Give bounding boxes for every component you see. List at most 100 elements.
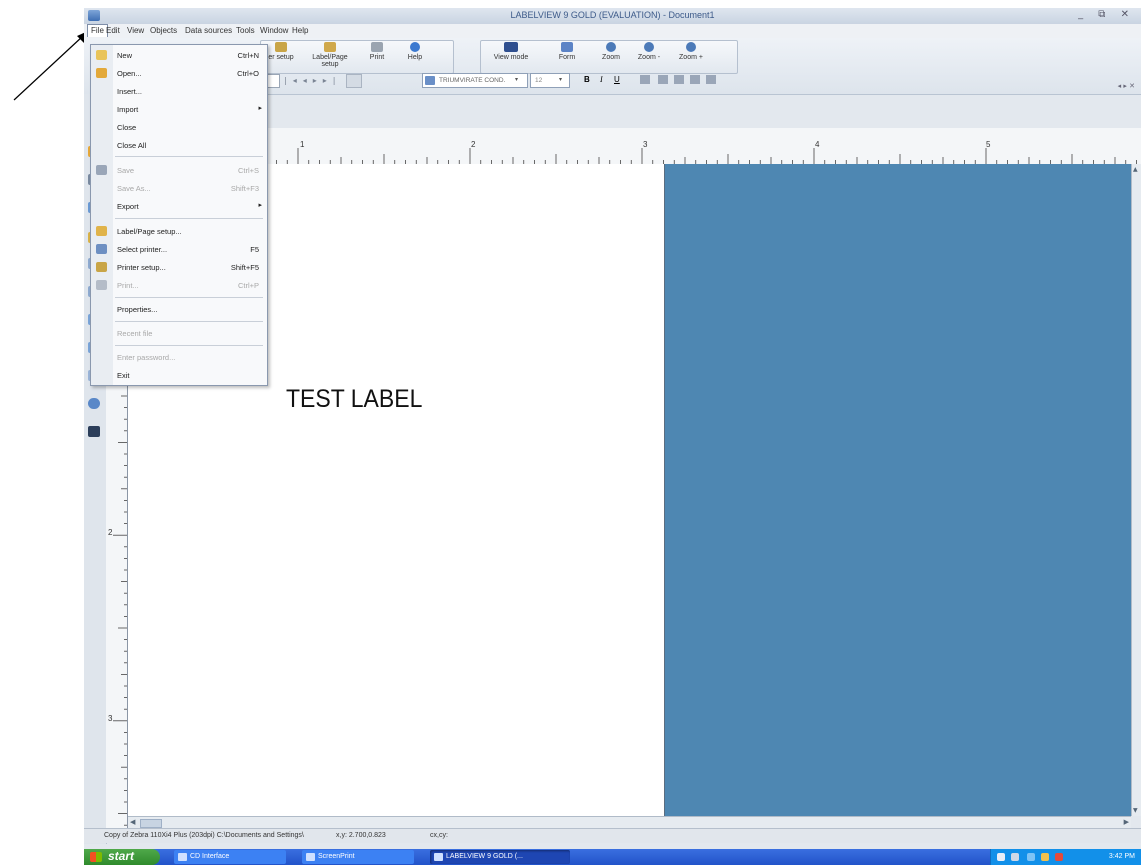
menu-help[interactable]: Help (292, 26, 308, 35)
chevron-down-icon: ▾ (559, 76, 563, 83)
zoom-label: Zoom (602, 54, 620, 61)
zoom-in-label: Zoom + (679, 54, 703, 61)
menu-tools[interactable]: Tools (236, 26, 255, 35)
menu-separator (115, 321, 263, 322)
print-label: Print (369, 54, 385, 61)
menu-item-properties[interactable]: Properties... (91, 301, 267, 317)
menu-edit[interactable]: Edit (106, 26, 120, 35)
align-right-icon[interactable] (690, 75, 700, 84)
menu-data-sources[interactable]: Data sources (185, 26, 232, 35)
scroll-thumb[interactable] (140, 819, 162, 828)
tray-security-icon[interactable] (1027, 853, 1035, 861)
justify-icon[interactable] (706, 75, 716, 84)
font-size-select[interactable]: 12 ▾ (530, 73, 570, 88)
underline-button[interactable]: U (614, 75, 620, 84)
menu-file[interactable]: File (87, 24, 108, 37)
menu-bar: File Edit View Objects Data sources Tool… (84, 24, 1141, 38)
tray-network-icon[interactable] (997, 853, 1005, 861)
tray-alert-icon[interactable] (1055, 853, 1063, 861)
help-tool-icon[interactable] (88, 398, 100, 409)
menu-objects[interactable]: Objects (150, 26, 177, 35)
submenu-arrow-icon: ▸ (258, 202, 262, 209)
vertical-scrollbar[interactable]: ▲ ▼ (1131, 164, 1141, 816)
font-icon (425, 76, 435, 85)
scroll-left-icon[interactable]: ◀ (130, 818, 135, 826)
menu-item-close-all[interactable]: Close All (91, 137, 267, 153)
menu-item-select-printer[interactable]: Select printer... F5 (91, 241, 267, 257)
menu-item-shortcut: Shift+F5 (230, 263, 259, 272)
app-icon (306, 853, 315, 861)
taskbar-button-cd-interface[interactable]: CD Interface (174, 850, 286, 864)
menu-item-recent-file[interactable]: Recent file (91, 325, 267, 341)
system-tray: 3:42 PM (990, 849, 1141, 865)
menu-item-print[interactable]: Print... Ctrl+P (91, 277, 267, 293)
menu-item-enter-password[interactable]: Enter password... (91, 349, 267, 365)
zoom-button[interactable]: Zoom (596, 42, 626, 61)
app-icon (434, 853, 443, 861)
zoom-in-button[interactable]: Zoom + (674, 42, 708, 61)
menu-item-label-page-setup[interactable]: Label/Page setup... (91, 223, 267, 239)
menu-item-exit[interactable]: Exit (91, 367, 267, 383)
bold-button[interactable]: B (584, 75, 590, 84)
italic-button[interactable]: I (600, 75, 603, 84)
start-button[interactable]: start (84, 849, 160, 865)
menu-item-save-as[interactable]: Save As... Shift+F3 (91, 180, 267, 196)
window-title: LABELVIEW 9 GOLD (EVALUATION) - Document… (510, 10, 715, 20)
help-icon (410, 42, 420, 52)
menu-item-export[interactable]: Export ▸ (91, 198, 267, 214)
print-icon (371, 42, 383, 52)
view-mode-button[interactable]: View mode (488, 42, 534, 61)
taskbar-button-labelview[interactable]: LABELVIEW 9 GOLD (... (430, 850, 570, 864)
tray-volume-icon[interactable] (1011, 853, 1019, 861)
scroll-up-icon[interactable]: ▲ (1133, 166, 1138, 173)
taskbar-clock[interactable]: 3:42 PM (1109, 853, 1135, 860)
find-button[interactable] (346, 74, 362, 88)
ruler-label: 4 (815, 140, 820, 149)
menu-item-label: Print... (117, 281, 139, 290)
form-tool-icon[interactable] (88, 426, 100, 437)
menu-item-label: Open... (117, 69, 142, 78)
menu-item-close[interactable]: Close (91, 119, 267, 135)
form-label: Form (558, 54, 576, 61)
print-icon (96, 280, 107, 290)
menu-item-open[interactable]: Open... Ctrl+O (91, 65, 267, 81)
align-icon[interactable] (640, 75, 650, 84)
form-button[interactable]: Form (552, 42, 582, 61)
dropdown-arrow[interactable] (266, 74, 280, 88)
menu-item-new[interactable]: New Ctrl+N (91, 47, 267, 63)
alignment-buttons[interactable] (640, 75, 736, 85)
print-button[interactable]: Print (360, 42, 394, 61)
align-center-icon[interactable] (674, 75, 684, 84)
menu-view[interactable]: View (127, 26, 144, 35)
tray-update-icon[interactable] (1041, 853, 1049, 861)
label-text-object[interactable]: TEST LABEL (286, 385, 422, 414)
new-document-icon (96, 50, 107, 60)
menu-item-insert[interactable]: Insert... (91, 83, 267, 99)
menu-window[interactable]: Window (260, 26, 288, 35)
taskbar-button-screenprint[interactable]: ScreenPrint (302, 850, 414, 864)
taskbar-button-label: ScreenPrint (318, 853, 355, 860)
ruler-label: 3 (108, 714, 113, 723)
menu-item-label: Save As... (117, 184, 151, 193)
ribbon-scroll-arrows[interactable]: ◂ ▸ ✕ (1118, 82, 1135, 90)
menu-item-printer-setup[interactable]: Printer setup... Shift+F5 (91, 259, 267, 275)
menu-item-save[interactable]: Save Ctrl+S (91, 162, 267, 178)
font-name-select[interactable]: TRIUMVIRATE COND. ▾ (422, 73, 528, 88)
design-workspace[interactable]: TEST LABEL (128, 164, 1131, 816)
window-controls[interactable]: _ ⧉ ✕ (1078, 9, 1135, 20)
align-left-icon[interactable] (658, 75, 668, 84)
start-label: start (108, 849, 135, 863)
label-page-setup-button[interactable]: Label/Page setup (310, 42, 350, 68)
zoom-out-button[interactable]: Zoom - (632, 42, 666, 61)
menu-item-import[interactable]: Import ▸ (91, 101, 267, 117)
menu-item-label: Enter password... (117, 353, 176, 362)
printer-select-icon (96, 244, 107, 254)
scroll-right-icon[interactable]: ▶ (1124, 818, 1129, 826)
help-button[interactable]: Help (400, 42, 430, 61)
printer-setup-label: er setup (268, 54, 294, 61)
menu-separator (115, 297, 263, 298)
status-printer: Copy of Zebra 110Xi4 Plus (203dpi) C:\Do… (104, 832, 304, 839)
ruler-label: 2 (108, 528, 113, 537)
scroll-down-icon[interactable]: ▼ (1133, 807, 1138, 814)
record-navigation[interactable]: |◂◂▸▸| (284, 76, 341, 85)
